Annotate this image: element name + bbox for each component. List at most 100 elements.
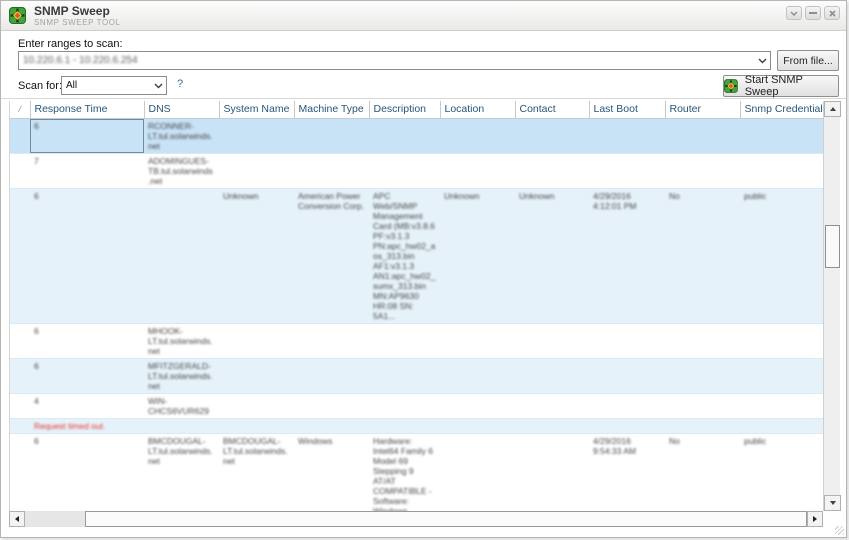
scroll-left-button[interactable] [9,511,25,527]
horizontal-scrollbar-thumb[interactable] [85,511,807,527]
cell-location[interactable] [440,323,515,359]
cell-location[interactable] [440,358,515,394]
cell-location[interactable] [440,393,515,419]
cell-location[interactable] [440,153,515,189]
cell-contact[interactable] [515,358,589,394]
cell-machine-type[interactable]: Windows [294,433,369,511]
cell-snmp-credential[interactable] [740,118,823,154]
cell-timeout-message[interactable]: Request timed out. [30,418,823,434]
cell-description[interactable] [369,358,440,394]
cell-snmp-credential[interactable] [740,393,823,419]
cell-machine-type[interactable] [294,393,369,419]
cell-contact[interactable] [515,433,589,511]
column-header-description[interactable]: Description [369,101,441,119]
cell-system-name[interactable]: Unknown [219,188,294,324]
scroll-right-button[interactable] [807,511,823,527]
cell-last-boot[interactable] [589,323,665,359]
table-row[interactable]: Request timed out. [10,418,823,434]
cell-contact[interactable]: Unknown [515,188,589,324]
horizontal-scrollbar[interactable] [9,511,823,527]
cell-response-time[interactable]: 6 [30,118,144,154]
cell-router[interactable] [665,153,740,189]
column-header-location[interactable]: Location [440,101,516,119]
cell-response-time[interactable]: 6 [30,433,144,511]
cell-router[interactable]: No [665,433,740,511]
column-header-dns[interactable]: DNS [144,101,220,119]
table-row[interactable]: 6 MFITZGERALD-LT.tul.solarwinds.net [10,358,823,394]
start-snmp-sweep-button[interactable]: Start SNMP Sweep [723,74,839,98]
table-row[interactable]: 7 ADOMINGUES-TB.tul.solarwinds.net [10,153,823,189]
table-row[interactable]: 4 WIN-CHCS6VUR629 [10,393,823,419]
column-header-last-boot[interactable]: Last Boot [589,101,666,119]
cell-snmp-credential[interactable]: public [740,433,823,511]
help-link[interactable]: ? [177,78,183,90]
cell-dns[interactable]: ADOMINGUES-TB.tul.solarwinds.net [144,153,219,189]
column-header-machine-type[interactable]: Machine Type [294,101,370,119]
cell-description[interactable] [369,153,440,189]
cell-response-time[interactable]: 6 [30,188,144,324]
cell-description[interactable] [369,118,440,154]
scan-for-select[interactable]: All [61,76,167,95]
cell-router[interactable] [665,393,740,419]
cell-dns[interactable]: MHOOK-LT.tul.solarwinds.net [144,323,219,359]
vertical-scrollbar-thumb[interactable] [825,225,840,268]
range-input[interactable]: 10.220.6.1 - 10.220.6.254 [18,51,771,70]
cell-dns[interactable] [144,188,219,324]
scroll-up-button[interactable] [824,101,841,117]
resize-grip[interactable] [835,526,844,535]
column-header-contact[interactable]: Contact [515,101,590,119]
cell-router[interactable] [665,358,740,394]
cell-dns[interactable]: WIN-CHCS6VUR629 [144,393,219,419]
cell-machine-type[interactable] [294,153,369,189]
cell-snmp-credential[interactable]: public [740,188,823,324]
scan-for-dropdown-chevron[interactable] [150,83,166,89]
cell-contact[interactable] [515,153,589,189]
cell-dns[interactable]: BMCDOUGAL-LT.tul.solarwinds.net [144,433,219,511]
cell-response-time[interactable]: 7 [30,153,144,189]
cell-machine-type[interactable] [294,323,369,359]
collapse-chevron-button[interactable] [786,6,802,20]
table-row[interactable]: 6 Unknown American Power Conversion Corp. A… [10,188,823,324]
cell-system-name[interactable] [219,358,294,394]
table-row[interactable]: 6 RCONNER-LT.tul.solarwinds.net [10,118,823,154]
column-header-router[interactable]: Router [665,101,741,119]
cell-description[interactable] [369,393,440,419]
cell-response-time[interactable]: 4 [30,393,144,419]
table-row[interactable]: 6 BMCDOUGAL-LT.tul.solarwinds.net BMCDOUGA… [10,433,823,511]
cell-last-boot[interactable] [589,393,665,419]
cell-description[interactable]: APC Web/SNMP Management Card (MB:v3.8.6 … [369,188,440,324]
column-header-snmp-credential[interactable]: Snmp Credential [740,101,823,119]
cell-snmp-credential[interactable] [740,323,823,359]
cell-location[interactable] [440,118,515,154]
cell-system-name[interactable] [219,153,294,189]
cell-dns[interactable]: RCONNER-LT.tul.solarwinds.net [144,118,219,154]
cell-description[interactable] [369,323,440,359]
cell-router[interactable] [665,323,740,359]
column-header-system-name[interactable]: System Name [219,101,295,119]
cell-location[interactable]: Unknown [440,188,515,324]
cell-last-boot[interactable] [589,153,665,189]
range-dropdown-chevron[interactable] [754,58,770,64]
cell-snmp-credential[interactable] [740,358,823,394]
cell-last-boot[interactable]: 4/29/2016 9:54:33 AM [589,433,665,511]
column-header-response-time[interactable]: Response Time [30,101,145,119]
cell-last-boot[interactable]: 4/29/2016 4:12:01 PM [589,188,665,324]
scroll-down-button[interactable] [824,495,841,511]
cell-response-time[interactable]: 6 [30,358,144,394]
from-file-button[interactable]: From file... [777,50,839,71]
cell-last-boot[interactable] [589,358,665,394]
cell-machine-type[interactable] [294,358,369,394]
cell-router[interactable]: No [665,188,740,324]
cell-description[interactable]: Hardware: Intel64 Family 6 Model 69 Step… [369,433,440,511]
cell-contact[interactable] [515,393,589,419]
cell-system-name[interactable]: BMCDOUGAL-LT.tul.solarwinds.net [219,433,294,511]
cell-location[interactable] [440,433,515,511]
cell-machine-type[interactable] [294,118,369,154]
cell-contact[interactable] [515,118,589,154]
vertical-scrollbar[interactable] [823,101,841,511]
table-row[interactable]: 6 MHOOK-LT.tul.solarwinds.net [10,323,823,359]
cell-contact[interactable] [515,323,589,359]
minimize-button[interactable] [805,6,821,20]
cell-machine-type[interactable]: American Power Conversion Corp. [294,188,369,324]
cell-router[interactable] [665,118,740,154]
